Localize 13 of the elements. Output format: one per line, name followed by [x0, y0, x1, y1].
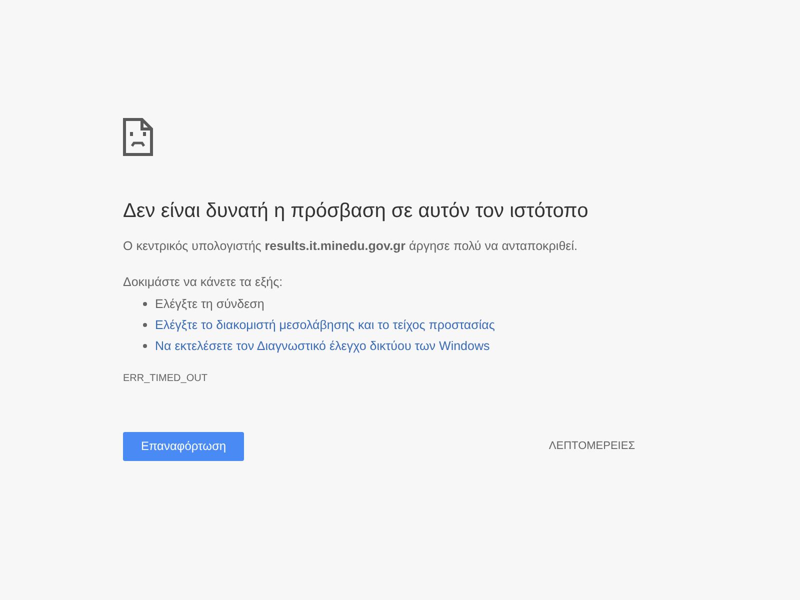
suggestion-link[interactable]: Να εκτελέσετε τον Διαγνωστικό έλεγχο δικτύου των Windows — [155, 338, 490, 354]
error-heading: Δεν είναι δυνατή η πρόσβαση σε αυτόν τον ιστότοπο — [123, 199, 590, 224]
error-message: Ο κεντρικός υπολογιστής results.it.minedu.gov.gr άργησε πολύ να ανταποκριθεί. — [123, 238, 578, 255]
bullet-icon — [143, 302, 147, 306]
bullet-icon — [143, 344, 147, 348]
details-button[interactable]: ΛΕΠΤΟΜΕΡΕΙΕΣ — [548, 438, 638, 454]
sad-page-icon — [123, 118, 153, 156]
suggestion-link[interactable]: Ελέγξτε το διακομιστή μεσολάβησης και το τείχος προστασίας — [155, 316, 495, 334]
reload-button[interactable]: Επαναφόρτωση — [123, 432, 244, 460]
bullet-icon — [143, 323, 147, 327]
suggestions-title: Δοκιμάστε να κάνετε τα εξής: — [123, 274, 284, 291]
error-code: ERR_TIMED_OUT — [123, 372, 208, 386]
suggestion-text: Ελέγξτε τη σύνδεση — [155, 296, 264, 312]
